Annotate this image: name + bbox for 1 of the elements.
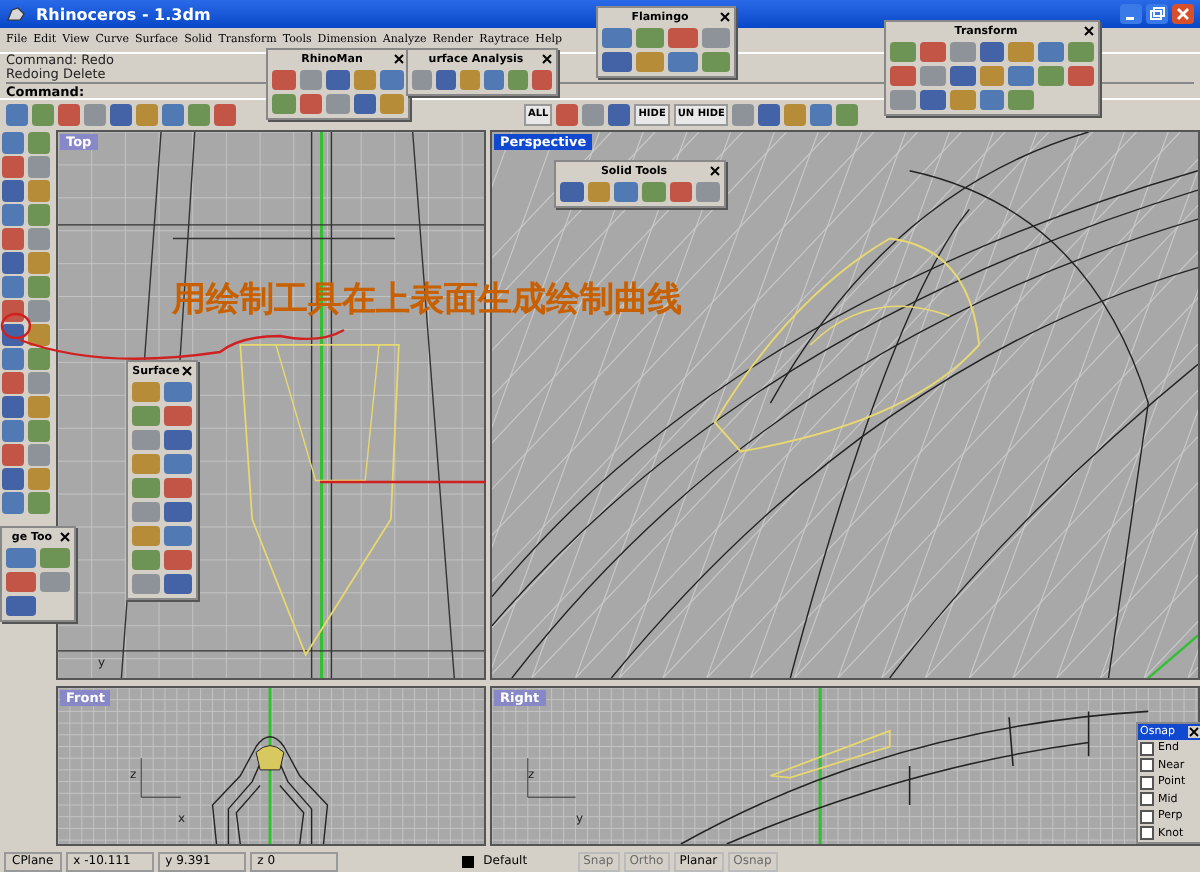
window-title: Rhinoceros - 1.3dm — [36, 5, 211, 23]
